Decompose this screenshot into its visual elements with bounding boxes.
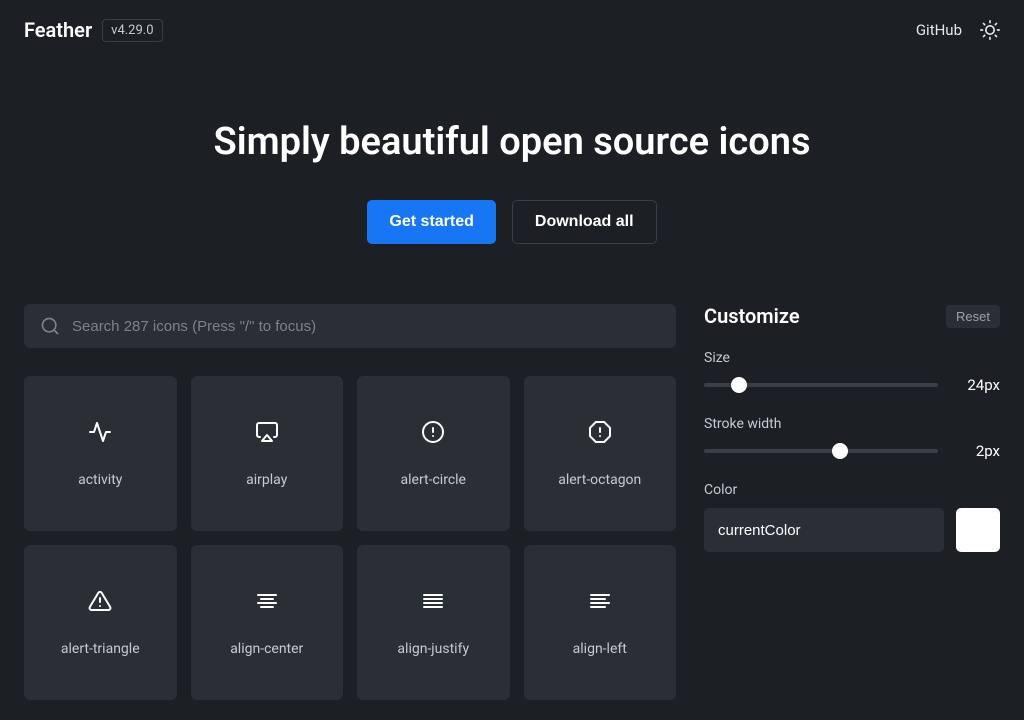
alert-circle-icon	[421, 420, 445, 444]
stroke-value: 2px	[956, 442, 1000, 460]
size-control: Size 24px	[704, 350, 1000, 394]
customize-header: Customize Reset	[704, 304, 1000, 328]
stroke-label: Stroke width	[704, 416, 1000, 432]
icon-card-align-center[interactable]: align-center	[191, 545, 344, 700]
size-label: Size	[704, 350, 1000, 366]
activity-icon	[88, 420, 112, 444]
icon-label: activity	[78, 472, 122, 488]
align-center-icon	[255, 589, 279, 613]
icon-label: alert-circle	[401, 472, 466, 488]
icon-label: align-center	[230, 641, 303, 657]
icon-card-alert-octagon[interactable]: alert-octagon	[524, 376, 677, 531]
icon-card-alert-circle[interactable]: alert-circle	[357, 376, 510, 531]
icon-grid: activity airplay alert-circle alert-octa…	[24, 376, 676, 700]
size-slider-thumb[interactable]	[731, 377, 747, 393]
color-swatch[interactable]	[956, 508, 1000, 552]
icon-card-activity[interactable]: activity	[24, 376, 177, 531]
sun-icon[interactable]	[980, 20, 1000, 40]
get-started-button[interactable]: Get started	[367, 200, 495, 244]
stroke-control: Stroke width 2px	[704, 416, 1000, 460]
header-right: GitHub	[916, 20, 1000, 40]
main: activity airplay alert-circle alert-octa…	[0, 304, 1024, 700]
icon-card-alert-triangle[interactable]: alert-triangle	[24, 545, 177, 700]
icon-label: airplay	[246, 472, 287, 488]
airplay-icon	[255, 420, 279, 444]
color-input[interactable]	[704, 508, 944, 552]
icon-card-align-justify[interactable]: align-justify	[357, 545, 510, 700]
icon-label: alert-triangle	[61, 641, 140, 657]
customize-title: Customize	[704, 304, 800, 328]
align-left-icon	[588, 589, 612, 613]
stroke-slider-thumb[interactable]	[832, 443, 848, 459]
icon-card-airplay[interactable]: airplay	[191, 376, 344, 531]
customize-panel: Customize Reset Size 24px Stroke width 2…	[704, 304, 1000, 700]
color-row	[704, 508, 1000, 552]
icon-label: alert-octagon	[558, 472, 641, 488]
alert-triangle-icon	[88, 589, 112, 613]
header: Feather v4.29.0 GitHub	[0, 0, 1024, 60]
color-control: Color	[704, 482, 1000, 552]
icon-card-align-left[interactable]: align-left	[524, 545, 677, 700]
hero-heading: Simply beautiful open source icons	[0, 120, 1024, 164]
version-badge[interactable]: v4.29.0	[102, 19, 162, 42]
size-slider-row: 24px	[704, 376, 1000, 394]
header-left: Feather v4.29.0	[24, 18, 163, 42]
search-input[interactable]	[72, 318, 660, 335]
icon-label: align-justify	[397, 641, 469, 657]
size-value: 24px	[956, 376, 1000, 394]
size-slider[interactable]	[704, 383, 938, 387]
download-all-button[interactable]: Download all	[512, 200, 657, 244]
hero-buttons: Get started Download all	[0, 200, 1024, 244]
search-box[interactable]	[24, 304, 676, 348]
reset-button[interactable]: Reset	[946, 305, 1000, 328]
color-label: Color	[704, 482, 1000, 498]
hero: Simply beautiful open source icons Get s…	[0, 60, 1024, 304]
stroke-slider[interactable]	[704, 449, 938, 453]
alert-octagon-icon	[588, 420, 612, 444]
icon-label: align-left	[573, 641, 627, 657]
search-icon	[40, 316, 60, 336]
stroke-slider-row: 2px	[704, 442, 1000, 460]
align-justify-icon	[421, 589, 445, 613]
github-link[interactable]: GitHub	[916, 21, 962, 39]
site-title[interactable]: Feather	[24, 18, 92, 42]
left-column: activity airplay alert-circle alert-octa…	[24, 304, 676, 700]
